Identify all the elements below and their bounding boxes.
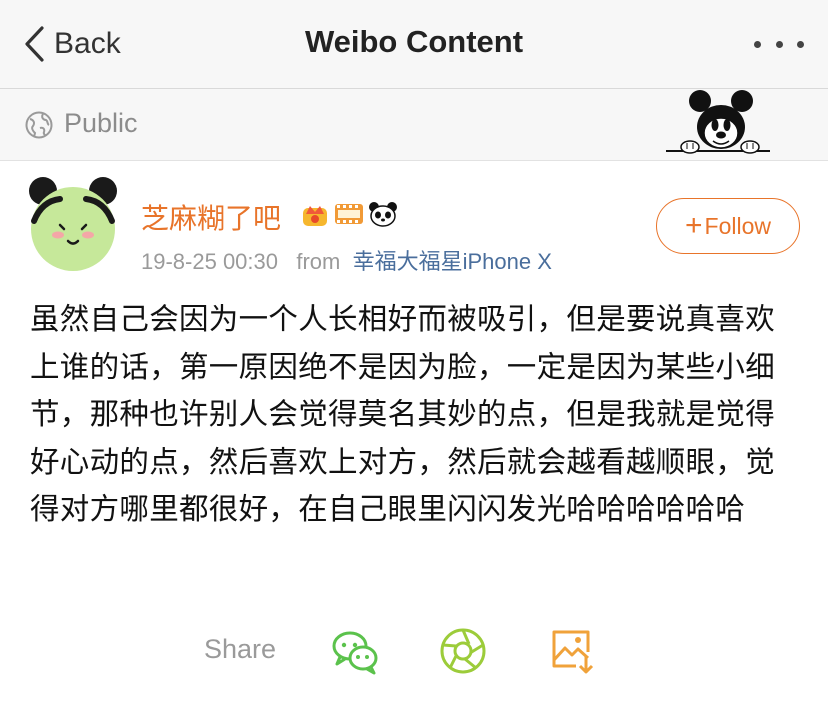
panda-badge-icon [369,202,397,227]
post-meta: 19-8-25 00:30 from 幸福大福星iPhone X [141,244,552,276]
page-title: Weibo Content [304,24,524,59]
more-options-button[interactable] [754,30,804,58]
crown-badge-icon [303,206,327,226]
visibility-label: Public [64,108,138,138]
avatar[interactable] [26,173,120,273]
mouse-mascot-icon [666,90,770,154]
plus-icon: + [685,209,703,242]
share-label: Share [204,634,277,664]
post-content: 虽然自己会因为一个人长相好而被吸引，但是要说真喜欢上谁的话，第一原因绝不是因为脸… [30,302,776,526]
post-source[interactable]: 幸福大福星iPhone X [353,249,552,274]
timestamp: 19-8-25 00:30 [141,249,278,274]
dot-icon [797,40,804,48]
follow-button[interactable]: + Follow [656,198,800,254]
dot-icon [754,40,761,48]
chevron-left-icon [25,26,44,62]
badge-group [300,200,398,228]
follow-label: Follow [704,212,771,239]
save-image-icon[interactable] [548,626,598,676]
visibility-row: Public [0,89,828,161]
moments-icon[interactable] [438,626,488,676]
from-label: from [296,249,341,274]
movie-badge-icon [335,204,363,224]
globe-icon [25,111,53,139]
wechat-icon[interactable] [330,626,380,676]
back-button[interactable]: Back [22,22,121,66]
author-name[interactable]: 芝麻糊了吧 [141,197,281,237]
dot-icon [775,40,783,48]
nav-bar: Back Weibo Content [0,0,828,89]
back-label: Back [54,27,121,60]
